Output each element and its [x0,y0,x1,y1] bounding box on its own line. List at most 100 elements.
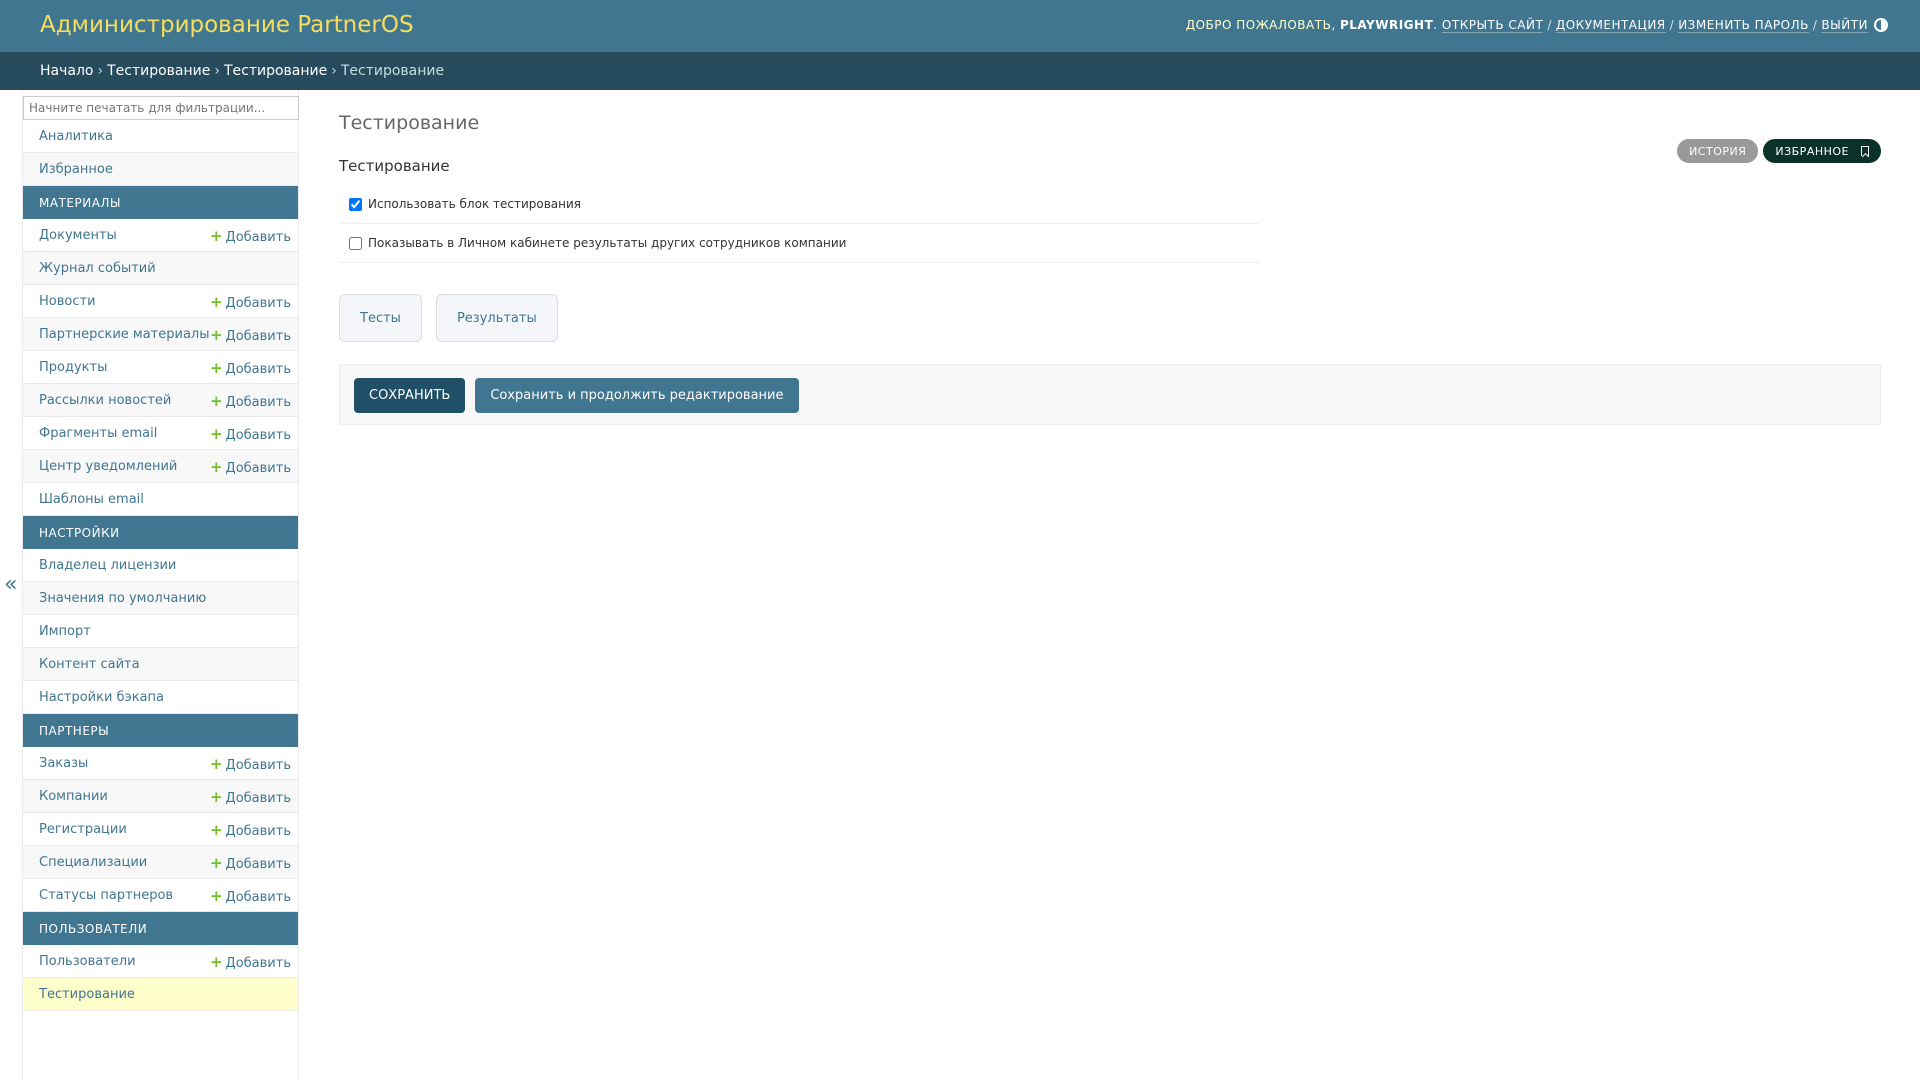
sidebar-item-label[interactable]: Фрагменты email [39,426,157,441]
sidebar-item-s3-1[interactable]: Тестирование [23,978,298,1011]
add-link[interactable]: + Добавить [210,788,291,806]
nav-filter-input[interactable] [23,96,299,120]
sidebar-item-s0-1[interactable]: Журнал событий [23,252,298,285]
site-title[interactable]: Администрирование PartnerOS [40,12,414,38]
sidebar-item-label[interactable]: Пользователи [39,954,136,969]
logout-link[interactable]: Выйти [1821,18,1868,33]
sidebar-item-s0-6[interactable]: Фрагменты email + Добавить [23,417,298,450]
sidebar-item-s0-3[interactable]: Партнерские материалы + Добавить [23,318,298,351]
sidebar-item-label[interactable]: Центр уведомлений [39,459,177,474]
sidebar-item-s1-1[interactable]: Значения по умолчанию [23,582,298,615]
add-link[interactable]: + Добавить [210,227,291,245]
sidebar-item-s2-2[interactable]: Регистрации + Добавить [23,813,298,846]
breadcrumb-app[interactable]: Тестирование [107,63,210,79]
sidebar-item-s1-2[interactable]: Импорт [23,615,298,648]
sidebar-item-label[interactable]: Значения по умолчанию [39,591,206,606]
sidebar-item-s0-8[interactable]: Шаблоны email [23,483,298,516]
add-link[interactable]: + Добавить [210,854,291,872]
show-results-checkbox[interactable] [349,236,362,250]
save-button[interactable]: Сохранить [354,378,466,413]
add-link-label: Добавить [225,230,291,245]
sidebar-item-s2-4[interactable]: Статусы партнеров + Добавить [23,879,298,912]
sidebar-item-label[interactable]: Новости [39,294,96,309]
use-testing-checkbox[interactable] [349,197,362,211]
show-results-label[interactable]: Показывать в Личном кабинете результаты … [368,236,846,250]
add-link[interactable]: + Добавить [210,821,291,839]
user-tools: Добро пожаловать, playwright. Открыть са… [1185,18,1868,33]
add-link[interactable]: + Добавить [210,887,291,905]
use-testing-label[interactable]: Использовать блок тестирования [368,197,581,211]
sidebar-item-s0-7[interactable]: Центр уведомлений + Добавить [23,450,298,483]
add-link-label: Добавить [225,428,291,443]
submit-row: Сохранить Сохранить и продолжить редакти… [339,364,1881,425]
sidebar-item-label[interactable]: Тестирование [39,987,135,1002]
bookmark-icon [1861,146,1869,156]
history-button[interactable]: История [1677,139,1759,163]
sidebar-item-top-1[interactable]: Избранное [23,153,298,186]
sidebar-item-label[interactable]: Владелец лицензии [39,558,176,573]
sidebar-item-s0-0[interactable]: Документы + Добавить [23,219,298,252]
sidebar-section-caption[interactable]: Настройки [23,516,298,549]
add-link-label: Добавить [225,956,291,971]
add-link[interactable]: + Добавить [210,458,291,476]
sidebar-section-caption[interactable]: Партнеры [23,714,298,747]
object-tools: История Избранное [1677,139,1881,163]
add-link[interactable]: + Добавить [210,293,291,311]
sidebar-item-label[interactable]: Рассылки новостей [39,393,171,408]
view-site-link[interactable]: Открыть сайт [1441,18,1544,33]
sidebar-item-label[interactable]: Продукты [39,360,107,375]
sidebar-item-label[interactable]: Шаблоны email [39,492,144,507]
favorite-button[interactable]: Избранное [1763,139,1881,163]
sidebar-item-s0-2[interactable]: Новости + Добавить [23,285,298,318]
page-title: Тестирование [339,112,480,134]
sidebar-item-label[interactable]: Регистрации [39,822,127,837]
add-link[interactable]: + Добавить [210,425,291,443]
sidebar-item-s0-5[interactable]: Рассылки новостей + Добавить [23,384,298,417]
favorite-button-label: Избранное [1775,144,1849,158]
sidebar-item-top-0[interactable]: Аналитика [23,120,298,153]
add-link[interactable]: + Добавить [210,392,291,410]
sidebar-item-s3-0[interactable]: Пользователи + Добавить [23,945,298,978]
sidebar-item-label[interactable]: Заказы [39,756,88,771]
sidebar-section-caption[interactable]: Материалы [23,186,298,219]
sidebar-item-label[interactable]: Аналитика [39,129,113,144]
sidebar-item-label[interactable]: Специализации [39,855,147,870]
sidebar-item-label[interactable]: Статусы партнеров [39,888,173,903]
tab-results[interactable]: Результаты [435,294,558,342]
sidebar-item-s1-0[interactable]: Владелец лицензии [23,549,298,582]
add-link-label: Добавить [225,329,291,344]
plus-icon: + [209,359,223,377]
plus-icon: + [209,293,223,311]
sidebar-item-label[interactable]: Импорт [39,624,91,639]
add-link-label: Добавить [225,758,291,773]
save-and-continue-button[interactable]: Сохранить и продолжить редактирование [475,378,799,413]
add-link[interactable]: + Добавить [210,755,291,773]
breadcrumb-home[interactable]: Начало [40,63,93,79]
add-link-label: Добавить [225,824,291,839]
sidebar: АналитикаИзбранноеМатериалыДокументы+Доб… [22,90,299,1080]
tab-tests[interactable]: Тесты [339,294,422,342]
plus-icon: + [209,821,223,839]
sidebar-item-label[interactable]: Партнерские материалы [39,327,209,342]
documentation-link[interactable]: Документация [1555,18,1666,33]
add-link[interactable]: + Добавить [210,953,291,971]
sidebar-item-label[interactable]: Избранное [39,162,113,177]
contrast-icon[interactable] [1874,18,1888,32]
sidebar-item-s2-1[interactable]: Компании + Добавить [23,780,298,813]
sidebar-item-s1-4[interactable]: Настройки бэкапа [23,681,298,714]
sidebar-item-s2-0[interactable]: Заказы + Добавить [23,747,298,780]
breadcrumb-model[interactable]: Тестирование [224,63,327,79]
sidebar-item-label[interactable]: Компании [39,789,108,804]
sidebar-item-label[interactable]: Документы [39,228,117,243]
change-password-link[interactable]: Изменить пароль [1678,18,1809,33]
sidebar-item-s1-3[interactable]: Контент сайта [23,648,298,681]
sidebar-item-s2-3[interactable]: Специализации + Добавить [23,846,298,879]
sidebar-item-label[interactable]: Настройки бэкапа [39,690,164,705]
sidebar-item-label[interactable]: Журнал событий [39,261,156,276]
collapse-sidebar-icon[interactable]: « [4,574,17,596]
sidebar-item-s0-4[interactable]: Продукты + Добавить [23,351,298,384]
sidebar-item-label[interactable]: Контент сайта [39,657,140,672]
add-link[interactable]: + Добавить [210,359,291,377]
add-link[interactable]: + Добавить [210,326,291,344]
sidebar-section-caption[interactable]: Пользователи [23,912,298,945]
